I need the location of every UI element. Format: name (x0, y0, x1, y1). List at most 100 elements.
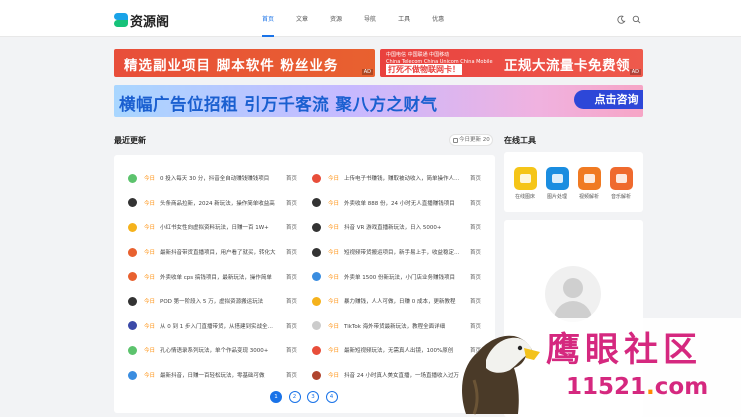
post-day: 今日 (144, 250, 156, 257)
avatar[interactable] (545, 266, 601, 322)
author-avatar (128, 272, 137, 282)
author-avatar (312, 345, 321, 355)
post-category[interactable]: 首页 (470, 174, 481, 182)
nav-navigation[interactable]: 导航 (364, 0, 376, 37)
post-day: 今日 (328, 348, 340, 355)
tool-music-parse[interactable]: 音乐解析 (607, 167, 635, 200)
nav-deals[interactable]: 优惠 (432, 0, 444, 37)
post-day: 今日 (144, 299, 156, 306)
author-avatar (312, 198, 321, 208)
post-day: 今日 (328, 373, 340, 380)
page-4[interactable]: 4 (325, 391, 338, 403)
list-item[interactable]: 今日 POD 第一阶段入 5 万，虚拟资源搬运玩法 首页 (128, 289, 308, 314)
search-icon[interactable] (632, 15, 641, 24)
post-category[interactable]: 首页 (470, 199, 481, 207)
post-title[interactable]: 0 投入每天 30 分，抖音全自动赚钱赚钱项目 (160, 174, 276, 182)
post-category[interactable]: 首页 (286, 346, 297, 354)
list-item[interactable]: 今日 最新抖音带货直播项目，用户看了就买，转化大 首页 (128, 240, 308, 265)
nav-home[interactable]: 首页 (262, 0, 275, 37)
nav-articles[interactable]: 文章 (296, 0, 308, 37)
author-avatar (312, 222, 321, 232)
post-title[interactable]: 最新抖音带货直播项目，用户看了就买，转化大 (160, 248, 276, 256)
post-title[interactable]: 外卖单 1500 份新玩法，小门店业务赚钱项目 (344, 273, 460, 281)
banner-side-projects[interactable]: 精选副业项目 脚本软件 粉丝业务 AD (114, 49, 375, 77)
tools-panel: 在线图床 图片处理 视频解析 音乐解析 (504, 152, 643, 212)
dark-mode-icon[interactable] (617, 15, 626, 24)
watermark: 鹰眼社区 11521.com (446, 318, 741, 417)
author-avatar (312, 370, 321, 380)
post-title[interactable]: 最新抖音，日赚一百轻松玩法，零基础可做 (160, 371, 276, 379)
post-title[interactable]: 最新短视频玩法，无需真人出镜，100%原创 (344, 346, 460, 354)
post-title[interactable]: 从 0 到 1 步入门直播带货，从搭建到实战全流程 (160, 322, 276, 330)
post-title[interactable]: 抖音 24 小时真人美女直播，一场直播收入过万 (344, 371, 460, 379)
ad-tag: AD (629, 69, 641, 75)
list-item[interactable]: 今日 最新抖音，日赚一百轻松玩法，零基础可做 首页 (128, 363, 308, 388)
tool-image-process[interactable]: 图片处理 (543, 167, 571, 200)
banner-ad-space[interactable]: 横幅广告位招租 引万千客流 聚八方之财气 点击咨询 (114, 85, 643, 117)
nav-tools[interactable]: 工具 (398, 0, 410, 37)
post-category[interactable]: 首页 (470, 248, 481, 256)
post-title[interactable]: 暴力赚钱，人人可做，日赚 0 成本，更新教程 (344, 297, 460, 305)
page-1[interactable]: 1 (270, 391, 282, 403)
post-category[interactable]: 首页 (470, 273, 481, 281)
author-avatar (128, 222, 137, 232)
banner-data-card[interactable]: 中国电信 中国联通 中国移动 China Telecom China Unico… (380, 49, 643, 77)
author-avatar (312, 321, 321, 331)
list-item[interactable]: 今日 抖音 VR 游戏直播新玩法，日入 5000+ 首页 (312, 215, 492, 240)
post-title[interactable]: 短视频带货搬运项目，新手易上手，收益稳定可观 (344, 248, 460, 256)
banner-text: 精选副业项目 脚本软件 粉丝业务 (124, 58, 339, 74)
nav-resources[interactable]: 资源 (330, 0, 342, 37)
post-category[interactable]: 首页 (286, 223, 297, 231)
list-item[interactable]: 今日 外卖收单 cps 搞钱项目，最新玩法，操作简单 首页 (128, 264, 308, 289)
post-category[interactable]: 首页 (286, 199, 297, 207)
logo-icon (114, 13, 128, 27)
tool-image-host[interactable]: 在线图床 (511, 167, 539, 200)
eagle-logo-icon (462, 335, 540, 415)
post-category[interactable]: 首页 (286, 248, 297, 256)
list-item[interactable]: 今日 头条商品拉新，2024 新玩法，操作简单收益高 首页 (128, 191, 308, 216)
post-title[interactable]: 头条商品拉新，2024 新玩法，操作简单收益高 (160, 199, 276, 207)
watermark-url: 11521.com (566, 374, 709, 400)
post-category[interactable]: 首页 (286, 371, 297, 379)
post-category[interactable]: 首页 (286, 297, 297, 305)
list-item[interactable]: 今日 上传电子书赚钱，赚取被动收入，简单操作人人可做 首页 (312, 166, 492, 191)
post-day: 今日 (144, 348, 156, 355)
post-category[interactable]: 首页 (470, 297, 481, 305)
post-day: 今日 (144, 274, 156, 281)
author-avatar (312, 272, 321, 282)
post-day: 今日 (328, 250, 340, 257)
post-title[interactable]: 上传电子书赚钱，赚取被动收入，简单操作人人可做 (344, 174, 460, 182)
list-item[interactable]: 今日 小红书女性向虚拟资料玩法，日赚一百 1W+ 首页 (128, 215, 308, 240)
page-2[interactable]: 2 (288, 391, 301, 403)
post-day: 今日 (328, 323, 340, 330)
watermark-title: 鹰眼社区 (546, 330, 702, 370)
list-item[interactable]: 今日从 0 到 1 步入门直播带货，从搭建到实战全流程 首页 (128, 314, 308, 339)
list-item[interactable]: 今日 外卖单 1500 份新玩法，小门店业务赚钱项目 首页 (312, 264, 492, 289)
author-avatar (128, 296, 137, 306)
post-title[interactable]: 小红书女性向虚拟资料玩法，日赚一百 1W+ (160, 223, 276, 231)
author-avatar (128, 321, 137, 331)
cloud-upload-icon (513, 167, 537, 190)
post-day: 今日 (328, 225, 340, 232)
post-day: 今日 (328, 299, 340, 306)
post-category[interactable]: 首页 (470, 223, 481, 231)
post-title[interactable]: 抖音 VR 游戏直播新玩法，日入 5000+ (344, 223, 460, 231)
author-avatar (128, 345, 137, 355)
list-item[interactable]: 今日 0 投入每天 30 分，抖音全自动赚钱赚钱项目 首页 (128, 166, 308, 191)
site-logo[interactable]: 资源阁 (114, 11, 169, 30)
list-item[interactable]: 今日 外卖收单 888 份，24 小时无人直播赚钱项目 首页 (312, 191, 492, 216)
post-category[interactable]: 首页 (286, 322, 297, 330)
list-item[interactable]: 今日 暴力赚钱，人人可做，日赚 0 成本，更新教程 首页 (312, 289, 492, 314)
post-title[interactable]: TikTok 海外带货最新玩法，教程全面详细 (344, 322, 460, 330)
tool-video-parse[interactable]: 视频解析 (575, 167, 603, 200)
post-title[interactable]: 外卖收单 cps 搞钱项目，最新玩法，操作简单 (160, 273, 276, 281)
list-item[interactable]: 今日 短视频带货搬运项目，新手易上手，收益稳定可观 首页 (312, 240, 492, 265)
post-title[interactable]: POD 第一阶段入 5 万，虚拟资源搬运玩法 (160, 297, 276, 305)
page-3[interactable]: 3 (307, 391, 319, 403)
consult-button[interactable]: 点击咨询 (574, 90, 643, 109)
post-title[interactable]: 外卖收单 888 份，24 小时无人直播赚钱项目 (344, 199, 460, 207)
post-category[interactable]: 首页 (286, 273, 297, 281)
post-category[interactable]: 首页 (286, 174, 297, 182)
post-title[interactable]: 孔心情语录系列玩法，单个作品变现 3000+ (160, 346, 276, 354)
list-item[interactable]: 今日 孔心情语录系列玩法，单个作品变现 3000+ 首页 (128, 338, 308, 363)
